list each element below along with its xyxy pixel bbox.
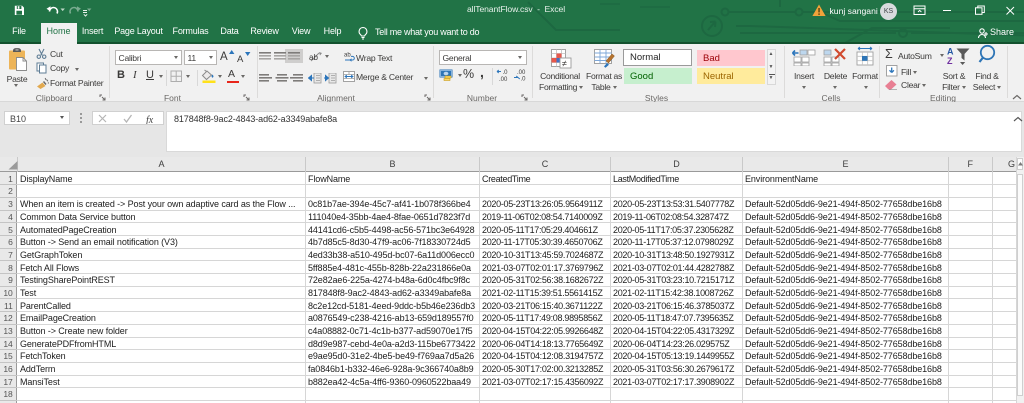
svg-text:Z: Z xyxy=(947,56,953,65)
svg-text:ab: ab xyxy=(344,53,351,59)
svg-text:ab: ab xyxy=(309,53,318,62)
svg-text:.0: .0 xyxy=(503,70,509,76)
svg-text:A: A xyxy=(947,47,954,57)
svg-text:fx: fx xyxy=(146,115,154,124)
svg-text:.0: .0 xyxy=(521,77,527,82)
svg-text:.00: .00 xyxy=(517,70,526,76)
svg-text:.00: .00 xyxy=(499,77,508,81)
svg-text:≠: ≠ xyxy=(562,59,567,69)
